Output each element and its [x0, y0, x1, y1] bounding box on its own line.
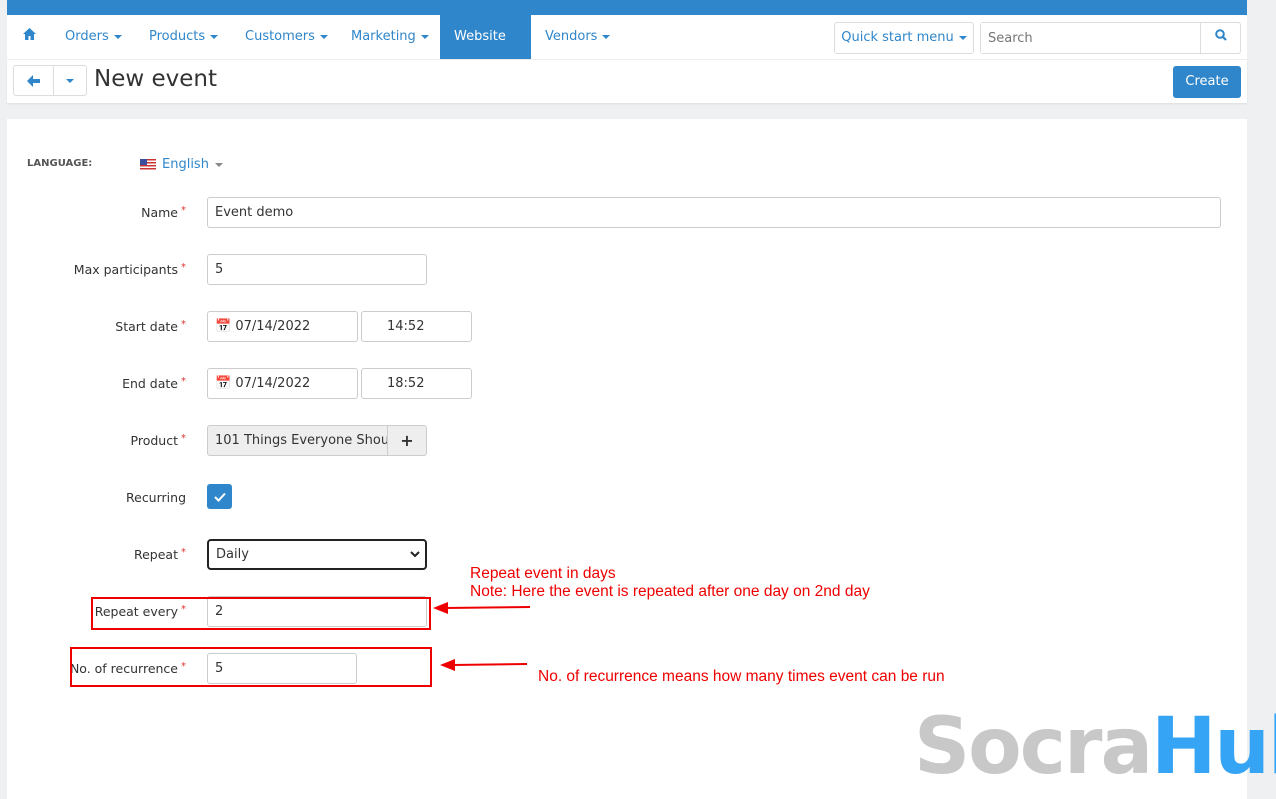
arrow-icon [440, 659, 528, 671]
arrow-icon [433, 602, 531, 614]
annotation-repeat-days: Repeat event in days [470, 565, 616, 582]
annotation-recurrence: No. of recurrence means how many times e… [538, 668, 945, 685]
socrahub-logo: SocraHub [914, 702, 1276, 792]
annotation-note: Note: Here the event is repeated after o… [470, 583, 870, 600]
